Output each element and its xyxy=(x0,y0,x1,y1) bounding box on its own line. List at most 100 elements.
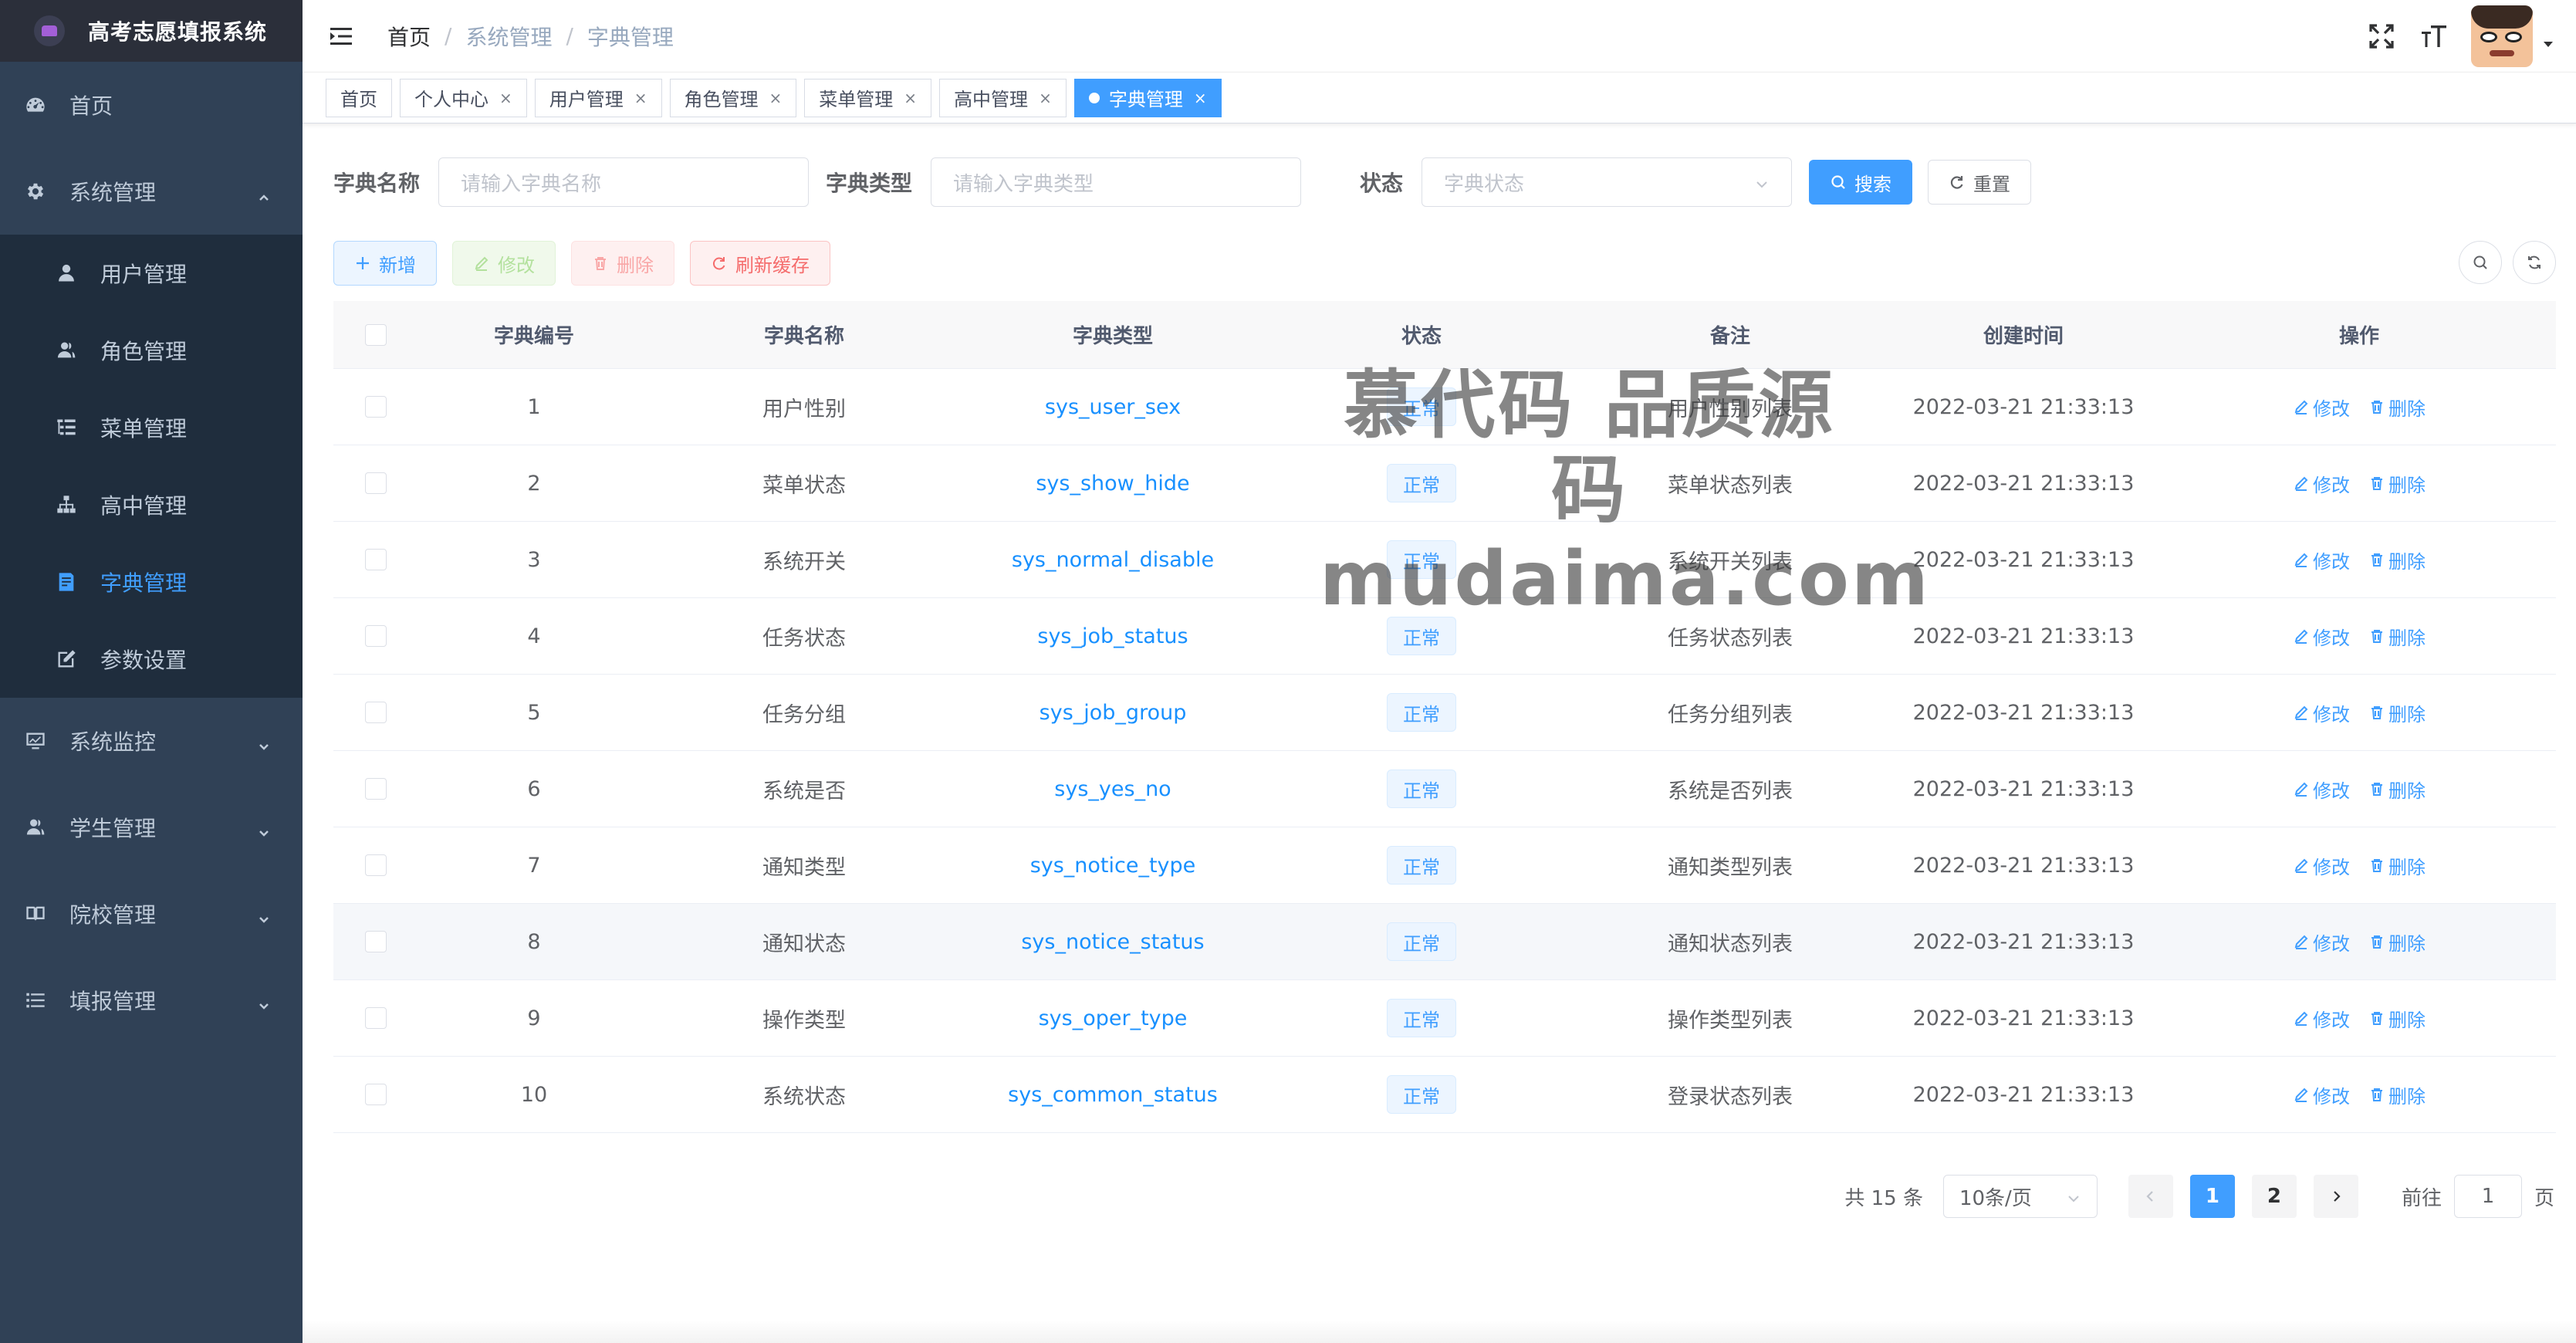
cell-type-link[interactable]: sys_normal_disable xyxy=(958,548,1267,572)
row-checkbox[interactable] xyxy=(365,778,387,800)
sidebar-item-home[interactable]: 首页 xyxy=(0,62,303,148)
row-delete-button[interactable]: 删除 xyxy=(2368,1005,2426,1032)
cell-type-link[interactable]: sys_user_sex xyxy=(958,395,1267,419)
cell-type-link[interactable]: sys_job_group xyxy=(958,701,1267,725)
status-select[interactable]: 字典状态 xyxy=(1422,157,1793,207)
toggle-search-button[interactable] xyxy=(2459,241,2502,284)
row-checkbox[interactable] xyxy=(365,472,387,494)
sidebar-item-menus[interactable]: 菜单管理 xyxy=(0,389,303,466)
row-checkbox[interactable] xyxy=(365,854,387,876)
table-row[interactable]: 4 任务状态 sys_job_status 正常 任务状态列表 2022-03-21 21… xyxy=(333,598,2556,675)
tag-users[interactable]: 用户管理 × xyxy=(534,78,662,117)
breadcrumb-home[interactable]: 首页 xyxy=(387,21,431,52)
close-icon[interactable]: × xyxy=(499,89,512,107)
close-icon[interactable]: × xyxy=(769,89,783,107)
table-row[interactable]: 10 系统状态 sys_common_status 正常 登录状态列表 2022-03-2… xyxy=(333,1057,2556,1133)
logo[interactable]: 高考志愿填报系统 xyxy=(0,0,303,62)
cell-type-link[interactable]: sys_notice_type xyxy=(958,854,1267,878)
refresh-cache-button[interactable]: 刷新缓存 xyxy=(690,241,830,286)
goto-page-input[interactable]: 1 xyxy=(2453,1175,2522,1218)
dict-name-input[interactable]: 请输入字典名称 xyxy=(438,157,810,207)
edit-button[interactable]: 修改 xyxy=(452,241,556,286)
sidebar-item-highschool[interactable]: 高中管理 xyxy=(0,466,303,543)
row-delete-button[interactable]: 删除 xyxy=(2368,623,2426,650)
close-icon[interactable]: × xyxy=(634,89,647,107)
page-size-select[interactable]: 10条/页 xyxy=(1942,1175,2098,1218)
row-delete-button[interactable]: 删除 xyxy=(2368,699,2426,726)
row-edit-button[interactable]: 修改 xyxy=(2293,470,2350,497)
row-checkbox[interactable] xyxy=(365,396,387,418)
row-edit-button[interactable]: 修改 xyxy=(2293,776,2350,803)
sidebar-item-system[interactable]: 系统管理 xyxy=(0,148,303,235)
sidebar-item-monitor[interactable]: 系统监控 xyxy=(0,698,303,784)
cell-type-link[interactable]: sys_notice_status xyxy=(958,930,1267,954)
prev-page-button[interactable] xyxy=(2128,1175,2173,1218)
sidebar-item-params[interactable]: 参数设置 xyxy=(0,621,303,698)
sidebar-item-colleges[interactable]: 院校管理 xyxy=(0,871,303,957)
table-row[interactable]: 5 任务分组 sys_job_group 正常 任务分组列表 2022-03-21 21:… xyxy=(333,675,2556,751)
row-delete-button[interactable]: 删除 xyxy=(2368,546,2426,573)
tag-profile[interactable]: 个人中心 × xyxy=(400,78,527,117)
row-edit-button[interactable]: 修改 xyxy=(2293,1081,2350,1108)
avatar[interactable] xyxy=(2471,5,2533,67)
row-delete-button[interactable]: 删除 xyxy=(2368,852,2426,879)
tag-roles[interactable]: 角色管理 × xyxy=(669,78,797,117)
add-button[interactable]: 新增 xyxy=(333,241,437,286)
select-all-checkbox[interactable] xyxy=(365,323,387,346)
table-row[interactable]: 3 系统开关 sys_normal_disable 正常 系统开关列表 2022-03-2… xyxy=(333,522,2556,598)
row-edit-button[interactable]: 修改 xyxy=(2293,929,2350,956)
row-delete-button[interactable]: 删除 xyxy=(2368,929,2426,956)
row-checkbox[interactable] xyxy=(365,931,387,952)
reset-button[interactable]: 重置 xyxy=(1928,160,2032,205)
tag-home[interactable]: 首页 xyxy=(326,78,392,117)
font-size-icon[interactable] xyxy=(2419,21,2449,52)
table-row[interactable]: 2 菜单状态 sys_show_hide 正常 菜单状态列表 2022-03-21 21:… xyxy=(333,445,2556,522)
table-row[interactable]: 6 系统是否 sys_yes_no 正常 系统是否列表 2022-03-21 21:33:… xyxy=(333,751,2556,827)
sidebar-item-roles[interactable]: 角色管理 xyxy=(0,312,303,389)
page-button-2[interactable]: 2 xyxy=(2251,1175,2297,1218)
row-delete-button[interactable]: 删除 xyxy=(2368,394,2426,421)
sidebar-item-dict[interactable]: 字典管理 xyxy=(0,543,303,621)
tag-menus[interactable]: 菜单管理 × xyxy=(804,78,932,117)
search-button[interactable]: 搜索 xyxy=(1809,160,1913,205)
cell-type-link[interactable]: sys_yes_no xyxy=(958,777,1267,801)
caret-down-icon[interactable] xyxy=(2541,36,2556,52)
close-icon[interactable]: × xyxy=(1039,89,1052,107)
table-row[interactable]: 9 操作类型 sys_oper_type 正常 操作类型列表 2022-03-21 21:… xyxy=(333,980,2556,1057)
row-edit-button[interactable]: 修改 xyxy=(2293,623,2350,650)
fullscreen-icon[interactable] xyxy=(2366,21,2397,52)
row-delete-button[interactable]: 删除 xyxy=(2368,470,2426,497)
delete-button[interactable]: 删除 xyxy=(571,241,674,286)
cell-type-link[interactable]: sys_show_hide xyxy=(958,472,1267,496)
row-delete-button[interactable]: 删除 xyxy=(2368,1081,2426,1108)
row-edit-button[interactable]: 修改 xyxy=(2293,546,2350,573)
row-checkbox[interactable] xyxy=(365,625,387,647)
row-checkbox[interactable] xyxy=(365,549,387,570)
row-checkbox[interactable] xyxy=(365,1084,387,1105)
sidebar-item-applications[interactable]: 填报管理 xyxy=(0,957,303,1044)
row-delete-button[interactable]: 删除 xyxy=(2368,776,2426,803)
row-edit-button[interactable]: 修改 xyxy=(2293,1005,2350,1032)
row-edit-button[interactable]: 修改 xyxy=(2293,852,2350,879)
table-row[interactable]: 1 用户性别 sys_user_sex 正常 用户性别列表 2022-03-21 21:3… xyxy=(333,369,2556,445)
row-edit-button[interactable]: 修改 xyxy=(2293,394,2350,421)
cell-type-link[interactable]: sys_common_status xyxy=(958,1083,1267,1107)
cell-type-link[interactable]: sys_job_status xyxy=(958,624,1267,648)
sidebar-item-students[interactable]: 学生管理 xyxy=(0,784,303,871)
page-button-1[interactable]: 1 xyxy=(2189,1175,2235,1218)
sidebar-item-users[interactable]: 用户管理 xyxy=(0,235,303,312)
tag-dict[interactable]: 字典管理 × xyxy=(1073,78,1222,117)
close-icon[interactable]: × xyxy=(1194,89,1207,107)
row-edit-button[interactable]: 修改 xyxy=(2293,699,2350,726)
table-row[interactable]: 8 通知状态 sys_notice_status 正常 通知状态列表 2022-03-21… xyxy=(333,904,2556,980)
close-icon[interactable]: × xyxy=(904,89,917,107)
row-checkbox[interactable] xyxy=(365,1007,387,1029)
hamburger-icon[interactable] xyxy=(329,24,353,49)
table-row[interactable]: 7 通知类型 sys_notice_type 正常 通知类型列表 2022-03-21 2… xyxy=(333,827,2556,904)
dict-type-input[interactable]: 请输入字典类型 xyxy=(931,157,1302,207)
next-page-button[interactable] xyxy=(2313,1175,2358,1218)
row-checkbox[interactable] xyxy=(365,702,387,723)
refresh-table-button[interactable] xyxy=(2513,241,2556,284)
tag-highschool[interactable]: 高中管理 × xyxy=(939,78,1067,117)
cell-type-link[interactable]: sys_oper_type xyxy=(958,1006,1267,1030)
